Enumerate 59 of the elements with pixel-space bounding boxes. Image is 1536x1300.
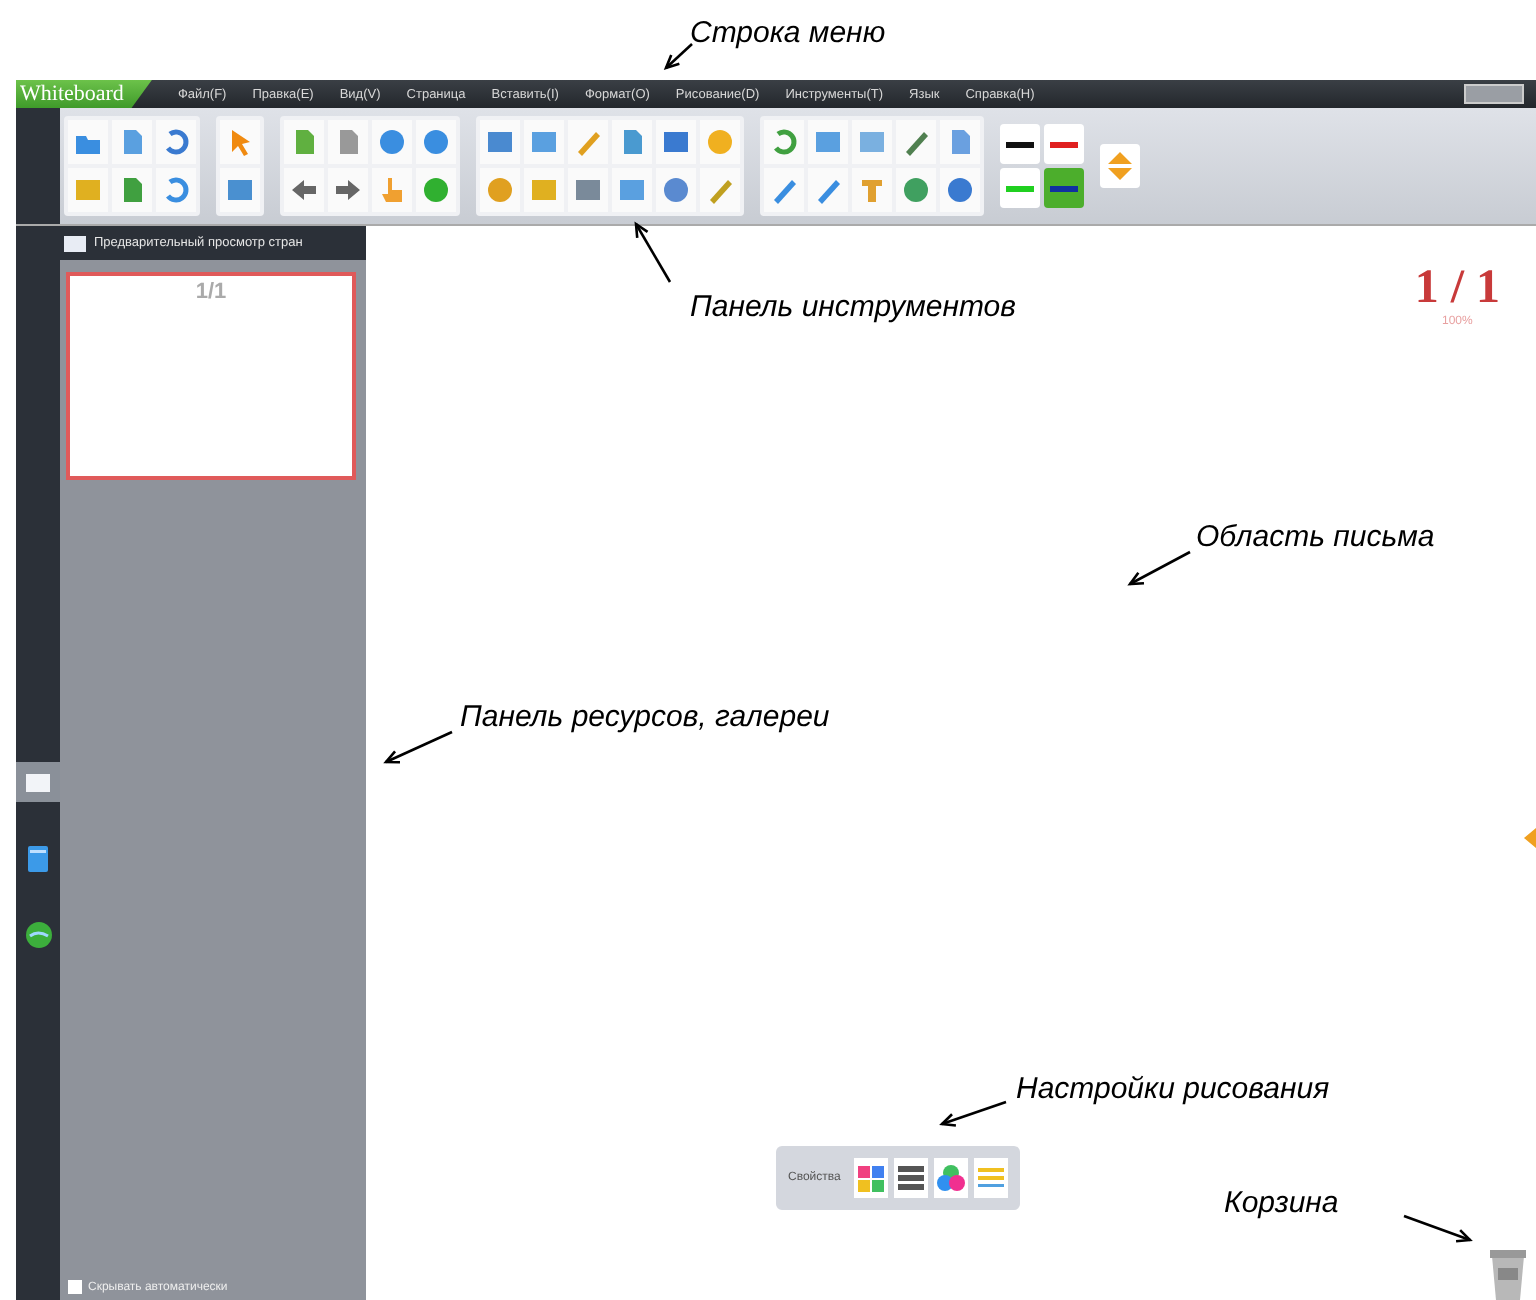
pen-color-button[interactable]: [1000, 168, 1040, 208]
trash-icon[interactable]: [1488, 1248, 1528, 1300]
tool-icon[interactable]: [568, 168, 608, 212]
callout-arrow: [1127, 550, 1191, 586]
tool-icon[interactable]: [156, 168, 196, 212]
thumbnail-label: 1/1: [195, 280, 227, 308]
callout-label: Область письма: [1196, 520, 1435, 554]
tool-icon[interactable]: [940, 120, 980, 164]
line-width-icon[interactable]: [894, 1158, 929, 1198]
app-logo: Whiteboard: [16, 80, 152, 108]
tool-icon[interactable]: [328, 168, 368, 212]
callout-arrow: [663, 43, 693, 71]
tool-icon[interactable]: [612, 120, 652, 164]
callout-arrow: [1403, 1214, 1473, 1243]
pen-color-button[interactable]: [1044, 124, 1084, 164]
callout-label: Настройки рисования: [1016, 1072, 1330, 1106]
callout-arrow: [939, 1100, 1007, 1127]
palette-icon[interactable]: [854, 1158, 889, 1198]
tool-icon[interactable]: [220, 168, 260, 212]
tool-icon[interactable]: [764, 120, 804, 164]
tool-icon[interactable]: [808, 168, 848, 212]
tool-icon[interactable]: [416, 168, 456, 212]
tool-icon[interactable]: [112, 168, 152, 212]
checkbox[interactable]: [68, 1280, 82, 1294]
tool-icon[interactable]: [656, 120, 696, 164]
callout-label: Корзина: [1224, 1186, 1339, 1220]
tool-icon[interactable]: [612, 168, 652, 212]
tool-icon[interactable]: [480, 120, 520, 164]
callout-arrow: [634, 221, 672, 283]
tool-icon[interactable]: [896, 120, 936, 164]
tool-icon[interactable]: [656, 168, 696, 212]
tool-icon[interactable]: [112, 120, 152, 164]
window-controls[interactable]: [1464, 84, 1524, 104]
tool-icon[interactable]: [896, 168, 936, 212]
tool-icon[interactable]: [416, 120, 456, 164]
tool-icon[interactable]: [68, 120, 108, 164]
tool-icon[interactable]: [940, 168, 980, 212]
pen-color-button[interactable]: [1044, 168, 1084, 208]
page-counter: 1 / 1: [1414, 262, 1500, 315]
tool-icon[interactable]: [700, 168, 740, 212]
tool-icon[interactable]: [808, 120, 848, 164]
callout-label: Панель инструментов: [690, 290, 1016, 324]
globe-icon: [25, 921, 51, 947]
book-icon: [28, 845, 48, 871]
callout-arrow: [383, 730, 453, 764]
tool-icon[interactable]: [524, 120, 564, 164]
expand-icon[interactable]: [1100, 144, 1140, 188]
line-style-icon[interactable]: [974, 1158, 1009, 1198]
tool-icon[interactable]: [328, 120, 368, 164]
callout-label: Строка меню: [690, 16, 886, 50]
color-circles-icon[interactable]: [934, 1158, 969, 1198]
tool-icon[interactable]: [284, 168, 324, 212]
tool-icon[interactable]: [284, 120, 324, 164]
tool-icon[interactable]: [764, 168, 804, 212]
tool-icon[interactable]: [220, 120, 260, 164]
tool-icon[interactable]: [372, 120, 412, 164]
pen-color-button[interactable]: [1000, 124, 1040, 164]
tool-icon[interactable]: [156, 120, 196, 164]
callout-label: Панель ресурсов, галереи: [460, 700, 830, 734]
